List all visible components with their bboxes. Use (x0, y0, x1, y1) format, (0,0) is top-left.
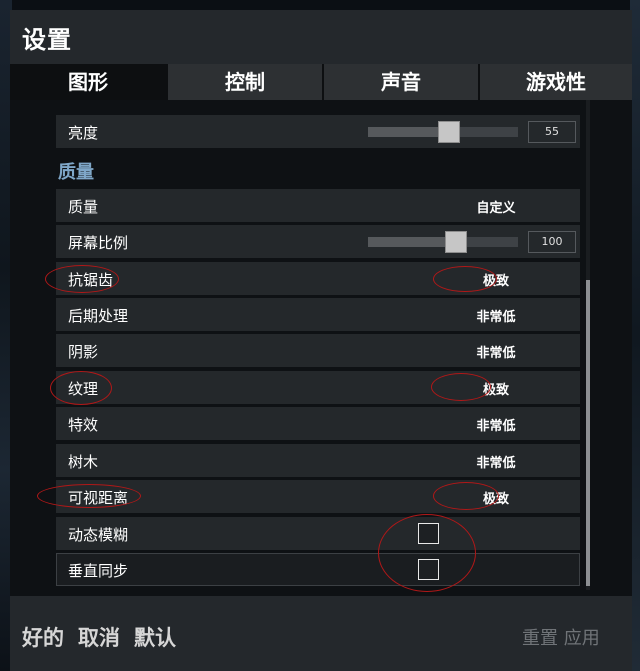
textures-label: 纹理 (68, 380, 99, 398)
screen-scale-slider-handle[interactable] (445, 231, 467, 253)
brightness-label: 亮度 (68, 124, 99, 142)
tab-graphics[interactable]: 图形 (10, 64, 166, 100)
effects-value[interactable]: 非常低 (446, 415, 546, 434)
textures-value[interactable]: 极致 (446, 379, 546, 398)
settings-tabs: 图形 控制 声音 游戏性 (10, 64, 632, 100)
antialiasing-label: 抗锯齿 (68, 271, 114, 289)
motion-blur-label: 动态模糊 (68, 526, 129, 544)
tab-sound[interactable]: 声音 (324, 64, 478, 100)
setting-row-shadows[interactable]: 阴影 非常低 (56, 334, 580, 367)
brightness-slider-handle[interactable] (438, 121, 460, 143)
setting-row-motion-blur: 动态模糊 (56, 517, 580, 550)
setting-row-post-processing[interactable]: 后期处理 非常低 (56, 298, 580, 331)
setting-row-brightness: 亮度 55 (56, 115, 580, 148)
ok-button[interactable]: 好的 (22, 622, 64, 652)
vsync-label: 垂直同步 (68, 562, 129, 580)
screen-scale-label: 屏幕比例 (68, 234, 129, 252)
tab-gameplay[interactable]: 游戏性 (480, 64, 632, 100)
section-title-quality: 质量 (58, 162, 94, 183)
foliage-label: 树木 (68, 453, 99, 471)
default-button[interactable]: 默认 (134, 622, 176, 652)
view-distance-label: 可视距离 (68, 489, 129, 507)
setting-row-textures[interactable]: 纹理 极致 (56, 371, 580, 404)
footer-right-actions[interactable]: 重置 应用 (522, 624, 600, 650)
screen-scale-slider[interactable] (368, 231, 518, 253)
settings-footer: 好的 取消 默认 重置 应用 (10, 596, 632, 671)
vsync-checkbox[interactable] (418, 559, 439, 580)
brightness-value[interactable]: 55 (528, 121, 576, 143)
tab-controls[interactable]: 控制 (168, 64, 322, 100)
antialiasing-value[interactable]: 极致 (446, 270, 546, 289)
settings-titlebar: 设置 (10, 10, 632, 64)
brightness-slider-fill (368, 127, 449, 137)
cancel-button[interactable]: 取消 (78, 622, 120, 652)
setting-row-antialiasing[interactable]: 抗锯齿 极致 (56, 262, 580, 295)
setting-row-effects[interactable]: 特效 非常低 (56, 407, 580, 440)
setting-row-quality[interactable]: 质量 自定义 (56, 189, 580, 222)
scrollbar-thumb[interactable] (586, 280, 590, 586)
setting-row-foliage[interactable]: 树木 非常低 (56, 444, 580, 477)
screen-scale-value[interactable]: 100 (528, 231, 576, 253)
post-processing-label: 后期处理 (68, 307, 129, 325)
screen-scale-slider-fill (368, 237, 456, 247)
motion-blur-checkbox[interactable] (418, 523, 439, 544)
view-distance-value[interactable]: 极致 (446, 488, 546, 507)
shadows-label: 阴影 (68, 343, 99, 361)
settings-title: 设置 (22, 26, 72, 54)
quality-label: 质量 (68, 198, 99, 216)
setting-row-screen-scale: 屏幕比例 100 (56, 225, 580, 258)
setting-row-view-distance[interactable]: 可视距离 极致 (56, 480, 580, 513)
effects-label: 特效 (68, 416, 99, 434)
post-processing-value[interactable]: 非常低 (446, 306, 546, 325)
setting-row-vsync: 垂直同步 (56, 553, 580, 586)
foliage-value[interactable]: 非常低 (446, 452, 546, 471)
brightness-slider[interactable] (368, 121, 518, 143)
quality-value[interactable]: 自定义 (446, 197, 546, 216)
shadows-value[interactable]: 非常低 (446, 342, 546, 361)
